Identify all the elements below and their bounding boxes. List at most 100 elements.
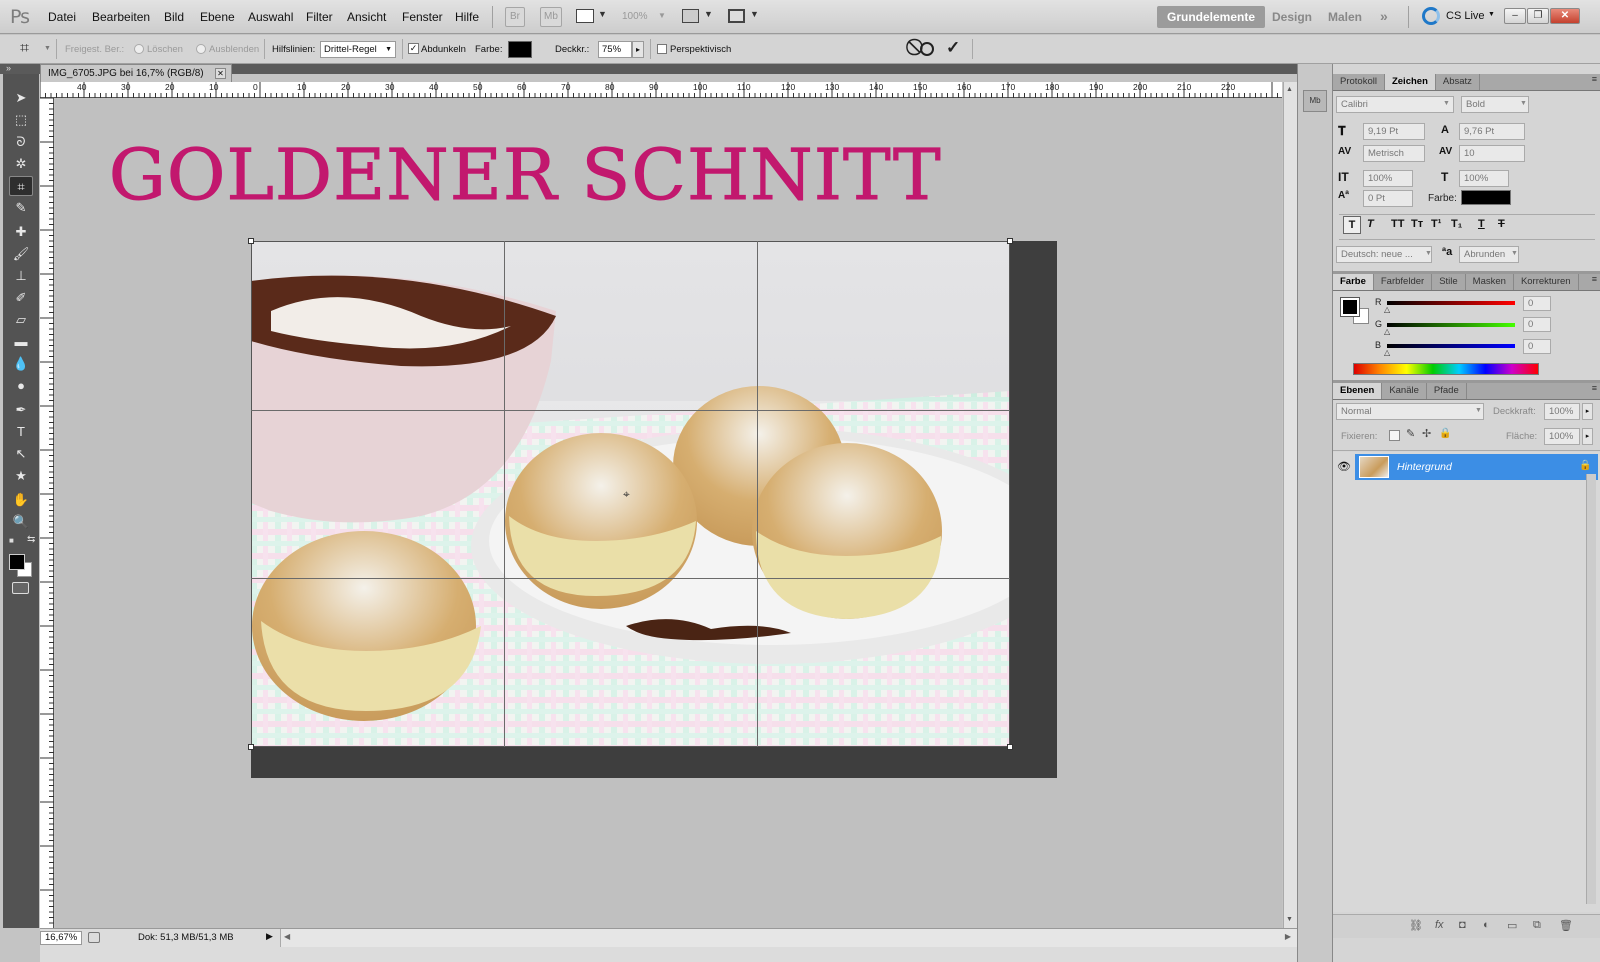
language-select[interactable]: Deutsch: neue ... [1336, 246, 1432, 263]
deckkraft-input[interactable]: 75% [598, 41, 632, 58]
menu-fenster[interactable]: Fenster [402, 10, 443, 24]
chevron-down-icon[interactable]: ▼ [704, 9, 713, 19]
document-canvas[interactable]: GOLDENER SCHNITT ⌖ [55, 98, 1282, 928]
chevron-down-icon[interactable]: ▼ [1488, 11, 1495, 18]
tracking-select[interactable]: 10 [1459, 145, 1525, 162]
zoom-level[interactable]: 100% [622, 11, 648, 22]
baseline-shift-input[interactable]: 0 Pt [1363, 190, 1413, 207]
color-spectrum[interactable] [1353, 363, 1539, 375]
pen-tool-icon[interactable]: ✒ [9, 400, 33, 420]
blur-tool-icon[interactable]: 💧 [9, 354, 33, 374]
lasso-tool-icon[interactable]: ᘐ [9, 132, 33, 152]
commit-crop-button[interactable]: ✓ [946, 38, 960, 58]
blend-mode-select[interactable]: Normal [1336, 403, 1484, 420]
layers-scrollbar[interactable] [1586, 474, 1596, 904]
all-caps-button[interactable]: TT [1391, 218, 1404, 230]
more-workspaces-icon[interactable]: » [1380, 8, 1388, 24]
workspace-design[interactable]: Design [1262, 6, 1322, 28]
horizontal-scrollbar[interactable]: ◀ ▶ [280, 929, 1297, 947]
workspace-grundelemente[interactable]: Grundelemente [1157, 6, 1266, 28]
cancel-crop-button[interactable] [920, 42, 934, 56]
crop-handle[interactable] [1007, 238, 1013, 244]
close-document-icon[interactable]: ✕ [215, 68, 226, 79]
workspace-malen[interactable]: Malen [1318, 6, 1372, 28]
shield-color-swatch[interactable] [508, 41, 532, 58]
move-tool-icon[interactable]: ➤ [9, 88, 33, 108]
font-style-select[interactable]: Bold [1461, 96, 1529, 113]
tab-korrekturen[interactable]: Korrekturen [1514, 274, 1579, 290]
menu-datei[interactable]: Datei [48, 10, 76, 24]
chevron-right-icon[interactable]: ▸ [1582, 403, 1593, 420]
abdunkeln-checkbox[interactable]: ✓ [408, 43, 419, 54]
panel-menu-icon[interactable]: ≡ [1592, 74, 1597, 84]
screen-mode-icon[interactable] [728, 9, 745, 23]
status-info-icon[interactable] [88, 932, 100, 943]
crop-tool-icon[interactable]: ⌗ [9, 176, 33, 196]
kerning-select[interactable]: Metrisch [1363, 145, 1425, 162]
minimize-button[interactable]: – [1504, 8, 1526, 24]
chevron-down-icon[interactable]: ▼ [658, 11, 666, 20]
document-tab[interactable]: IMG_6705.JPG bei 16,7% (RGB/8) ✕ [40, 64, 232, 82]
chevron-down-icon[interactable]: ▼ [598, 9, 607, 19]
arrange-documents-icon[interactable] [682, 9, 699, 23]
layer-style-icon[interactable]: fx [1435, 919, 1444, 931]
font-family-select[interactable]: Calibri [1336, 96, 1454, 113]
tab-farbe[interactable]: Farbe [1333, 274, 1374, 290]
restore-button[interactable]: ❐ [1527, 8, 1549, 24]
new-group-icon[interactable]: ▭ [1507, 919, 1517, 932]
menu-ebene[interactable]: Ebene [200, 10, 235, 24]
chevron-right-icon[interactable]: ▸ [1582, 428, 1593, 445]
menu-auswahl[interactable]: Auswahl [248, 10, 293, 24]
type-tool-icon[interactable]: T [9, 422, 33, 442]
perspektivisch-checkbox[interactable] [657, 44, 667, 54]
faux-italic-button[interactable]: T [1367, 218, 1374, 230]
scroll-down-icon[interactable]: ▼ [1286, 916, 1293, 923]
lock-all-icon[interactable]: 🔒 [1439, 428, 1451, 439]
crop-tool-icon[interactable]: ⌗ [20, 40, 29, 58]
lock-position-icon[interactable]: ✢ [1422, 427, 1431, 440]
tab-zeichen[interactable]: Zeichen [1384, 74, 1436, 90]
eraser-tool-icon[interactable]: ▱ [9, 310, 33, 330]
tab-protokoll[interactable]: Protokoll [1333, 74, 1385, 90]
bridge-button[interactable]: Br [505, 7, 525, 27]
slider-thumb-icon[interactable]: △ [1384, 327, 1390, 336]
gradient-tool-icon[interactable]: ▬ [9, 332, 33, 352]
healing-brush-tool-icon[interactable]: ✚ [9, 222, 33, 242]
panel-menu-icon[interactable]: ≡ [1592, 274, 1597, 284]
superscript-button[interactable]: T¹ [1431, 218, 1441, 230]
font-size-input[interactable]: 9,19 Pt [1363, 123, 1425, 140]
menu-bild[interactable]: Bild [164, 10, 184, 24]
hand-tool-icon[interactable]: ✋ [9, 490, 33, 510]
brush-tool-icon[interactable]: 🖌 [9, 244, 33, 264]
subscript-button[interactable]: T₁ [1451, 218, 1462, 230]
lock-pixels-icon[interactable]: ✎ [1406, 427, 1415, 440]
slider-thumb-icon[interactable]: △ [1384, 305, 1390, 314]
status-menu-arrow-icon[interactable]: ▶ [266, 931, 273, 942]
dodge-tool-icon[interactable]: ● [9, 376, 33, 396]
vertical-scrollbar[interactable]: ▲ ▼ [1283, 82, 1297, 928]
ausblenden-radio[interactable] [196, 44, 206, 54]
red-slider[interactable] [1387, 301, 1515, 305]
strikethrough-button[interactable]: T [1498, 218, 1505, 230]
quick-mask-icon[interactable] [12, 582, 29, 594]
slider-thumb-icon[interactable]: △ [1384, 348, 1390, 357]
mini-bridge-panel-icon[interactable]: Mb [1303, 90, 1327, 112]
path-selection-tool-icon[interactable]: ↖ [9, 444, 33, 464]
view-extras-icon[interactable] [576, 9, 594, 23]
swap-colors-icon[interactable]: ⇆ [27, 534, 35, 545]
hilfslinien-select[interactable]: Drittel-Regel ▼ [320, 41, 396, 58]
add-mask-icon[interactable]: ◘ [1459, 919, 1466, 931]
tab-kanaele[interactable]: Kanäle [1382, 383, 1427, 399]
text-color-swatch[interactable] [1461, 190, 1511, 205]
zoom-field[interactable]: 16,67% [40, 931, 82, 945]
chevron-right-icon[interactable]: ▸ [632, 41, 644, 58]
horizontal-scale-input[interactable]: 100% [1459, 170, 1509, 187]
fill-input[interactable]: 100% [1544, 428, 1580, 445]
scroll-right-icon[interactable]: ▶ [1285, 932, 1291, 941]
menu-ansicht[interactable]: Ansicht [347, 10, 386, 24]
eyedropper-tool-icon[interactable]: ✎ [9, 198, 33, 218]
default-colors-icon[interactable]: ■ [9, 536, 14, 545]
panel-menu-icon[interactable]: ≡ [1592, 383, 1597, 393]
crop-handle[interactable] [1007, 744, 1013, 750]
crop-center-icon[interactable]: ⌖ [623, 487, 630, 502]
